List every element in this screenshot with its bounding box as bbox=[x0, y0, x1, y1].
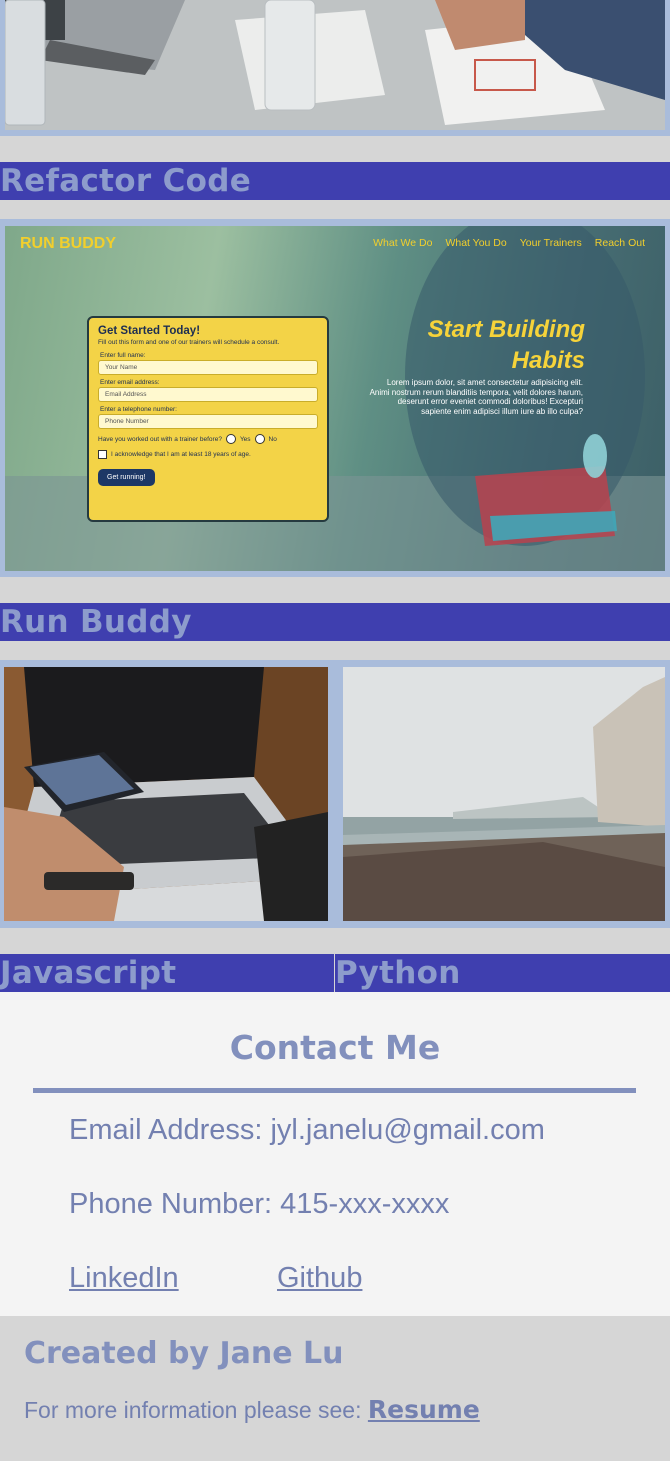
email-input[interactable]: Email Address bbox=[98, 387, 318, 402]
hero-title: Start Building Habits bbox=[345, 314, 585, 376]
nav-item[interactable]: Reach Out bbox=[595, 237, 645, 249]
foggy-beach-photo[interactable] bbox=[343, 667, 665, 921]
footer-text-label: For more information please see: bbox=[24, 1397, 362, 1423]
nav-item[interactable]: Your Trainers bbox=[520, 237, 582, 249]
phone-number: Phone Number: 415-xxx-xxxx bbox=[69, 1188, 450, 1220]
nav-item[interactable]: What You Do bbox=[445, 237, 506, 249]
yes-radio[interactable] bbox=[225, 434, 236, 444]
project-title: Run Buddy bbox=[0, 604, 192, 640]
run-buddy-screenshot[interactable]: RUN BUDDY What We Do What You Do Your Tr… bbox=[5, 226, 665, 571]
footer-text: For more information please see: Resume bbox=[24, 1395, 480, 1424]
acknowledge-checkbox[interactable] bbox=[98, 450, 107, 459]
nav-item[interactable]: What We Do bbox=[373, 237, 432, 249]
contact-title: Contact Me bbox=[229, 1028, 441, 1067]
phone-input[interactable]: Phone Number bbox=[98, 414, 318, 429]
acknowledge-row: I acknowledge that I am at least 18 year… bbox=[98, 450, 318, 459]
email-address: Email Address: jyl.janelu@gmail.com bbox=[69, 1114, 545, 1146]
hero-title-line: Habits bbox=[511, 347, 585, 374]
phone-label: Enter a telephone number: bbox=[100, 406, 177, 413]
email-label: Enter email address: bbox=[100, 379, 160, 386]
get-running-button[interactable]: Get running! bbox=[98, 469, 155, 486]
name-label: Enter full name: bbox=[100, 352, 146, 359]
yes-label: Yes bbox=[239, 435, 251, 443]
project-title: Python bbox=[335, 955, 461, 991]
laptop-phone-photo[interactable] bbox=[4, 667, 328, 921]
resume-link[interactable]: Resume bbox=[368, 1395, 480, 1424]
footer: Created by Jane Lu For more information … bbox=[0, 1316, 670, 1461]
github-link[interactable]: Github bbox=[277, 1262, 362, 1295]
meeting-laptop-photo[interactable] bbox=[5, 0, 665, 130]
no-radio[interactable] bbox=[254, 434, 265, 444]
trainer-question: Have you worked out with a trainer befor… bbox=[98, 435, 222, 443]
project-title: Refactor Code bbox=[0, 163, 252, 199]
project-title: Javascript bbox=[0, 955, 177, 991]
signup-form: Get Started Today! Fill out this form an… bbox=[87, 316, 329, 522]
run-buddy-logo: RUN BUDDY bbox=[20, 235, 116, 252]
acknowledge-label: I acknowledge that I am at least 18 year… bbox=[111, 451, 251, 458]
linkedin-link[interactable]: LinkedIn bbox=[69, 1262, 179, 1295]
contact-section: Contact Me Email Address: jyl.janelu@gma… bbox=[0, 992, 670, 1316]
divider bbox=[33, 1088, 636, 1093]
project-title-bar: Python bbox=[335, 954, 670, 992]
footer-title: Created by Jane Lu bbox=[24, 1336, 344, 1371]
hero-text: Lorem ipsum dolor, sit amet consectetur … bbox=[369, 378, 583, 416]
form-subtitle: Fill out this form and one of our traine… bbox=[98, 339, 280, 346]
hero-title-line: Start Building bbox=[427, 316, 585, 343]
no-label: No bbox=[268, 435, 277, 443]
form-title: Get Started Today! bbox=[98, 325, 201, 337]
project-title-bar: Javascript bbox=[0, 954, 334, 992]
project-title-bar: Refactor Code bbox=[0, 162, 670, 200]
project-title-bar: Run Buddy bbox=[0, 603, 670, 641]
trainer-question-row: Have you worked out with a trainer befor… bbox=[98, 434, 318, 444]
run-buddy-nav: What We Do What You Do Your Trainers Rea… bbox=[373, 237, 645, 249]
name-input[interactable]: Your Name bbox=[98, 360, 318, 375]
